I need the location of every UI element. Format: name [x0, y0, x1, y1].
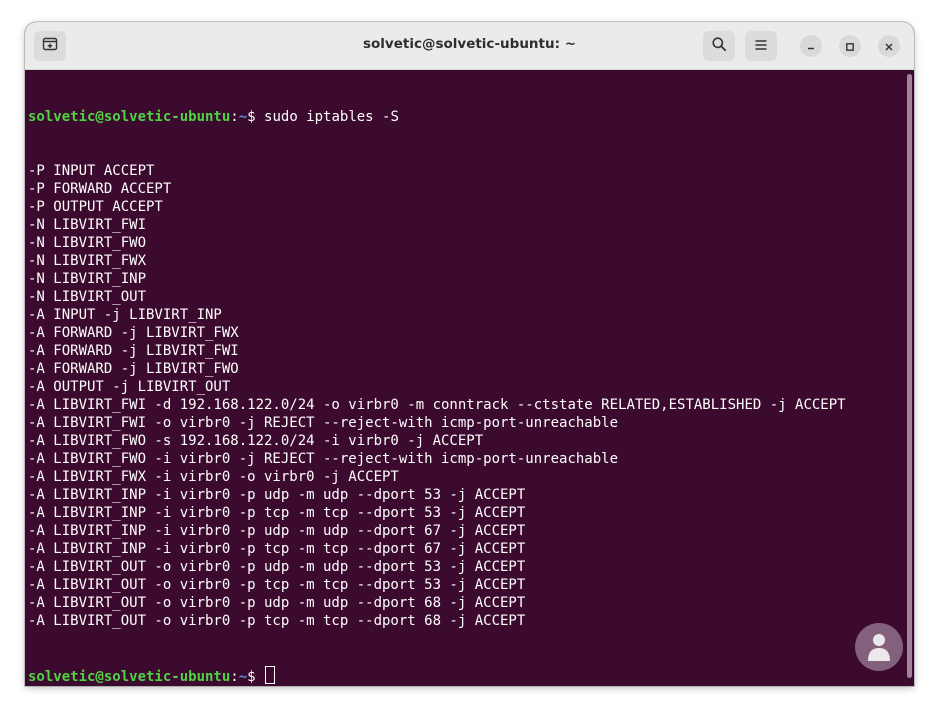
prompt-path: ~ — [238, 669, 248, 684]
minimize-button[interactable] — [800, 35, 822, 57]
output-line: -N LIBVIRT_OUT — [28, 289, 147, 305]
search-button[interactable] — [703, 31, 735, 61]
output-line: -N LIBVIRT_FWX — [28, 253, 147, 269]
scrollbar-thumb[interactable] — [907, 74, 912, 678]
maximize-icon — [845, 37, 855, 56]
output-line: -A LIBVIRT_OUT -o virbr0 -p tcp -m tcp -… — [28, 613, 526, 629]
output-line: -A LIBVIRT_FWO -i virbr0 -j REJECT --rej… — [28, 451, 619, 467]
prompt-separator: : — [230, 669, 239, 684]
close-button[interactable] — [878, 35, 900, 57]
output-line: -A LIBVIRT_OUT -o virbr0 -p udp -m udp -… — [28, 595, 526, 611]
search-icon — [711, 36, 727, 56]
output-line: -N LIBVIRT_FWO — [28, 235, 147, 251]
title-bar[interactable]: solvetic@solvetic-ubuntu: ~ — [25, 22, 914, 70]
output-line: -A LIBVIRT_INP -i virbr0 -p udp -m udp -… — [28, 523, 526, 539]
output-line: -A FORWARD -j LIBVIRT_FWI — [28, 343, 239, 359]
person-logo-icon — [855, 623, 903, 671]
command-line: solvetic@solvetic-ubuntu:~$ sudo iptable… — [28, 108, 903, 126]
prompt-user: solvetic@solvetic-ubuntu — [28, 109, 231, 125]
output-line: -A LIBVIRT_INP -i virbr0 -p tcp -m tcp -… — [28, 541, 526, 557]
output-line: -A FORWARD -j LIBVIRT_FWO — [28, 361, 239, 377]
output-line: -A LIBVIRT_FWO -s 192.168.122.0/24 -i vi… — [28, 433, 484, 449]
output-line: -A LIBVIRT_OUT -o virbr0 -p udp -m udp -… — [28, 559, 526, 575]
output-line: -A LIBVIRT_INP -i virbr0 -p udp -m udp -… — [28, 487, 526, 503]
prompt-symbol: $ — [247, 669, 265, 684]
text-cursor — [265, 666, 276, 684]
output-line: -A LIBVIRT_INP -i virbr0 -p tcp -m tcp -… — [28, 505, 526, 521]
output-line: -A FORWARD -j LIBVIRT_FWX — [28, 325, 239, 341]
command-text: sudo iptables -S — [264, 109, 399, 125]
output-line: -A LIBVIRT_FWI -d 192.168.122.0/24 -o vi… — [28, 397, 846, 413]
close-icon — [884, 37, 894, 56]
current-prompt-line[interactable]: solvetic@solvetic-ubuntu:~$ — [28, 666, 903, 684]
prompt-path: ~ — [238, 109, 248, 125]
terminal-window: solvetic@solvetic-ubuntu: ~ solvetic@sol… — [25, 22, 914, 686]
menu-button[interactable] — [745, 31, 777, 61]
output-line: -A LIBVIRT_FWI -o virbr0 -j REJECT --rej… — [28, 415, 619, 431]
output-line: -A INPUT -j LIBVIRT_INP — [28, 307, 222, 323]
prompt-separator: : — [230, 109, 239, 125]
output-line: -A OUTPUT -j LIBVIRT_OUT — [28, 379, 231, 395]
prompt-user: solvetic@solvetic-ubuntu — [28, 669, 231, 684]
output-line: -P OUTPUT ACCEPT — [28, 199, 163, 215]
output-line: -N LIBVIRT_INP — [28, 271, 147, 287]
terminal-area[interactable]: solvetic@solvetic-ubuntu:~$ sudo iptable… — [25, 70, 914, 686]
output-line: -N LIBVIRT_FWI — [28, 217, 147, 233]
scrollbar[interactable] — [904, 72, 912, 682]
terminal-output: solvetic@solvetic-ubuntu:~$ sudo iptable… — [28, 72, 903, 686]
output-line: -A LIBVIRT_FWX -i virbr0 -o virbr0 -j AC… — [28, 469, 399, 485]
output-line: -P FORWARD ACCEPT — [28, 181, 172, 197]
minimize-icon — [806, 37, 816, 56]
prompt-symbol: $ — [247, 109, 265, 125]
output-line: -P INPUT ACCEPT — [28, 163, 155, 179]
maximize-button[interactable] — [839, 35, 861, 57]
output-line: -A LIBVIRT_OUT -o virbr0 -p tcp -m tcp -… — [28, 577, 526, 593]
hamburger-menu-icon — [754, 37, 768, 56]
window-title: solvetic@solvetic-ubuntu: ~ — [362, 36, 577, 52]
